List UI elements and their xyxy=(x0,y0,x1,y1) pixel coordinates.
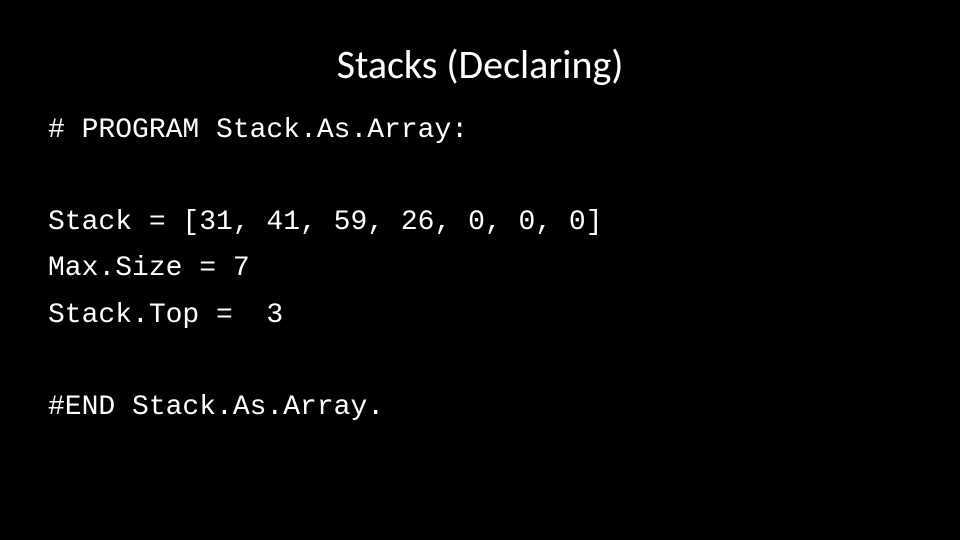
slide: Stacks (Declaring) # PROGRAM Stack.As.Ar… xyxy=(0,0,960,540)
code-line-1: # PROGRAM Stack.As.Array: xyxy=(48,115,468,146)
slide-title: Stacks (Declaring) xyxy=(0,0,960,89)
code-line-2: Stack = [31, 41, 59, 26, 0, 0, 0] xyxy=(48,207,603,238)
code-block: # PROGRAM Stack.As.Array: Stack = [31, 4… xyxy=(48,108,912,431)
code-line-5: #END Stack.As.Array. xyxy=(48,392,384,423)
code-line-4: Stack.Top = 3 xyxy=(48,300,283,331)
code-line-3: Max.Size = 7 xyxy=(48,253,250,284)
blank-line xyxy=(48,154,912,200)
blank-line xyxy=(48,339,912,385)
